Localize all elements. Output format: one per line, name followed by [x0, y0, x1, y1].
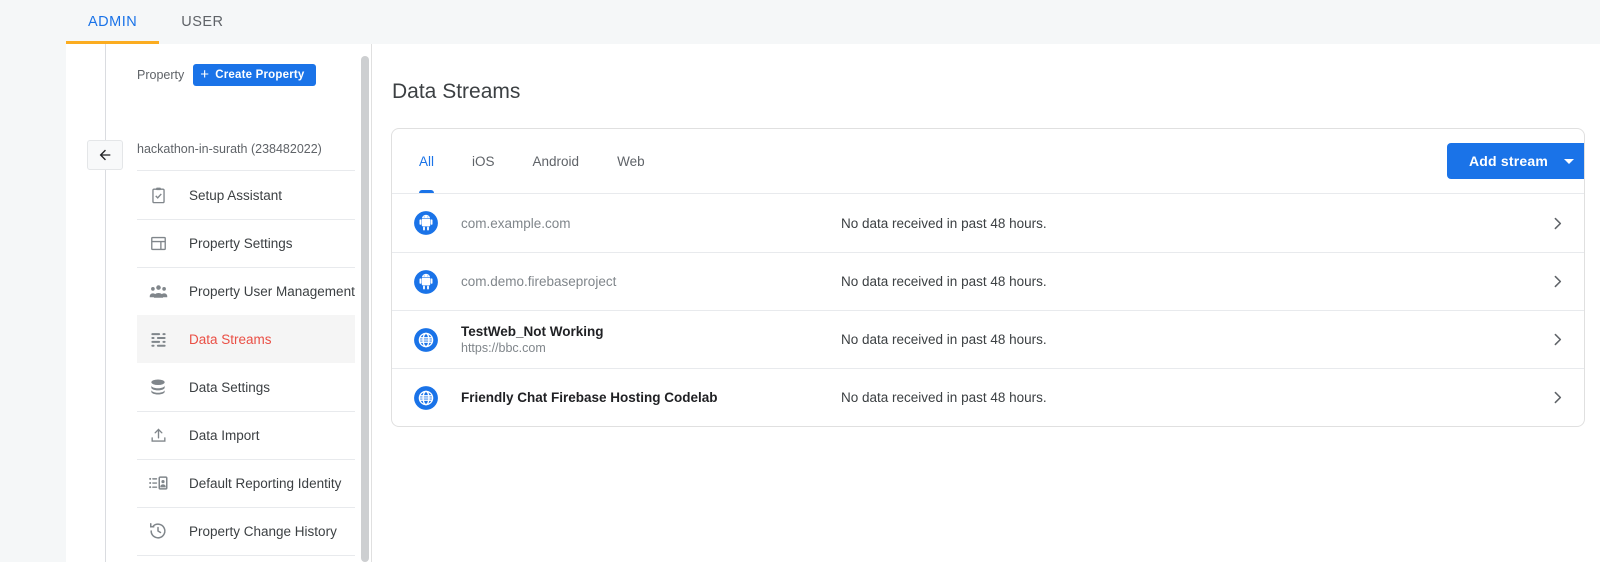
chevron-right-icon[interactable]	[1530, 389, 1584, 406]
stream-status: No data received in past 48 hours.	[841, 216, 1530, 231]
table-row[interactable]: TestWeb_Not Working https://bbc.com No d…	[392, 310, 1584, 368]
tab-user-label: USER	[181, 14, 223, 30]
sidebar-item-property-user-management[interactable]: Property User Management	[137, 267, 355, 315]
sidebar-item-property-change-history[interactable]: Property Change History	[137, 507, 355, 555]
table-row[interactable]: Friendly Chat Firebase Hosting Codelab N…	[392, 368, 1584, 426]
tab-all-label: All	[419, 154, 434, 169]
stream-name-column: TestWeb_Not Working https://bbc.com	[461, 324, 841, 355]
card-header: All iOS Android Web Add stream	[392, 129, 1584, 194]
tab-web[interactable]: Web	[598, 129, 664, 193]
globe-icon	[413, 327, 439, 353]
sidebar-item-data-settings[interactable]: Data Settings	[137, 363, 355, 411]
sidebar-item-label: Property Settings	[189, 236, 293, 251]
main-content: Data Streams All iOS Android Web Add str…	[372, 44, 1600, 562]
sidebar-item-label: Data Streams	[189, 332, 272, 347]
sidebar-item-data-deletion-requests[interactable]: Dd Data Deletion Requests	[137, 555, 355, 562]
create-property-label: Create Property	[215, 69, 304, 81]
layout-panel-icon	[147, 232, 169, 254]
tab-ios-label: iOS	[472, 154, 495, 169]
panel-divider-rail	[105, 44, 106, 562]
sidebar-item-property-settings[interactable]: Property Settings	[137, 219, 355, 267]
chevron-right-icon[interactable]	[1530, 273, 1584, 290]
database-stack-icon	[147, 376, 169, 398]
admin-sidebar: Property + Create Property hackathon-in-…	[106, 44, 372, 562]
back-arrow-icon	[97, 147, 113, 163]
add-stream-button[interactable]: Add stream	[1447, 143, 1585, 179]
sidebar-item-label: Data Import	[189, 428, 260, 443]
clipboard-check-icon	[147, 184, 169, 206]
tab-user[interactable]: USER	[159, 0, 245, 44]
stream-title: com.example.com	[461, 216, 841, 231]
stream-status: No data received in past 48 hours.	[841, 274, 1530, 289]
collapse-panel-button[interactable]	[87, 140, 123, 170]
sidebar-nav-list: Setup Assistant Property Settings	[137, 171, 372, 562]
chevron-down-icon	[1564, 159, 1574, 164]
android-icon	[413, 210, 439, 236]
stream-status: No data received in past 48 hours.	[841, 332, 1530, 347]
history-clock-icon	[147, 520, 169, 542]
table-row[interactable]: com.example.com No data received in past…	[392, 194, 1584, 252]
sidebar-item-label: Property Change History	[189, 524, 337, 539]
android-icon	[413, 269, 439, 295]
property-label: Property	[137, 68, 184, 82]
tab-admin[interactable]: ADMIN	[66, 0, 159, 44]
plus-icon: +	[200, 67, 209, 82]
sidebar-item-label: Property User Management	[189, 284, 355, 299]
chevron-right-icon[interactable]	[1530, 331, 1584, 348]
table-row[interactable]: com.demo.firebaseproject No data receive…	[392, 252, 1584, 310]
sidebar-item-label: Setup Assistant	[189, 188, 282, 203]
stream-title: Friendly Chat Firebase Hosting Codelab	[461, 390, 841, 405]
property-name: hackathon-in-surath (238482022)	[137, 142, 322, 156]
chevron-right-icon[interactable]	[1530, 215, 1584, 232]
tab-web-label: Web	[617, 154, 645, 169]
property-header: Property + Create Property	[137, 64, 316, 86]
top-tab-list: ADMIN USER	[66, 0, 246, 44]
top-tab-bar: ADMIN USER	[0, 0, 1600, 44]
globe-icon	[413, 385, 439, 411]
data-streams-card: All iOS Android Web Add stream	[391, 128, 1585, 427]
tab-admin-label: ADMIN	[88, 14, 137, 30]
stream-status: No data received in past 48 hours.	[841, 390, 1530, 405]
stream-filter-tabs: All iOS Android Web	[400, 129, 664, 193]
tab-android[interactable]: Android	[514, 129, 599, 193]
page-title: Data Streams	[392, 80, 520, 104]
sidebar-item-data-streams[interactable]: Data Streams	[137, 315, 355, 363]
sidebar-item-label: Default Reporting Identity	[189, 476, 341, 491]
stream-title: com.demo.firebaseproject	[461, 274, 841, 289]
stream-name-column: com.demo.firebaseproject	[461, 274, 841, 289]
stream-url: https://bbc.com	[461, 341, 841, 355]
sidebar-item-setup-assistant[interactable]: Setup Assistant	[137, 171, 355, 219]
tab-all[interactable]: All	[400, 129, 453, 193]
tab-android-label: Android	[533, 154, 580, 169]
create-property-button[interactable]: + Create Property	[193, 64, 315, 86]
people-group-icon	[147, 280, 169, 302]
sidebar-item-data-import[interactable]: Data Import	[137, 411, 355, 459]
tab-ios[interactable]: iOS	[453, 129, 514, 193]
sidebar-scrollbar-thumb[interactable]	[361, 56, 369, 562]
stream-name-column: Friendly Chat Firebase Hosting Codelab	[461, 390, 841, 405]
add-stream-label: Add stream	[1469, 153, 1548, 169]
sidebar-item-default-reporting-identity[interactable]: Default Reporting Identity	[137, 459, 355, 507]
sliders-icon	[147, 328, 169, 350]
upload-icon	[147, 424, 169, 446]
stream-name-column: com.example.com	[461, 216, 841, 231]
stream-title: TestWeb_Not Working	[461, 324, 841, 339]
contact-card-icon	[147, 472, 169, 494]
sidebar-item-label: Data Settings	[189, 380, 270, 395]
